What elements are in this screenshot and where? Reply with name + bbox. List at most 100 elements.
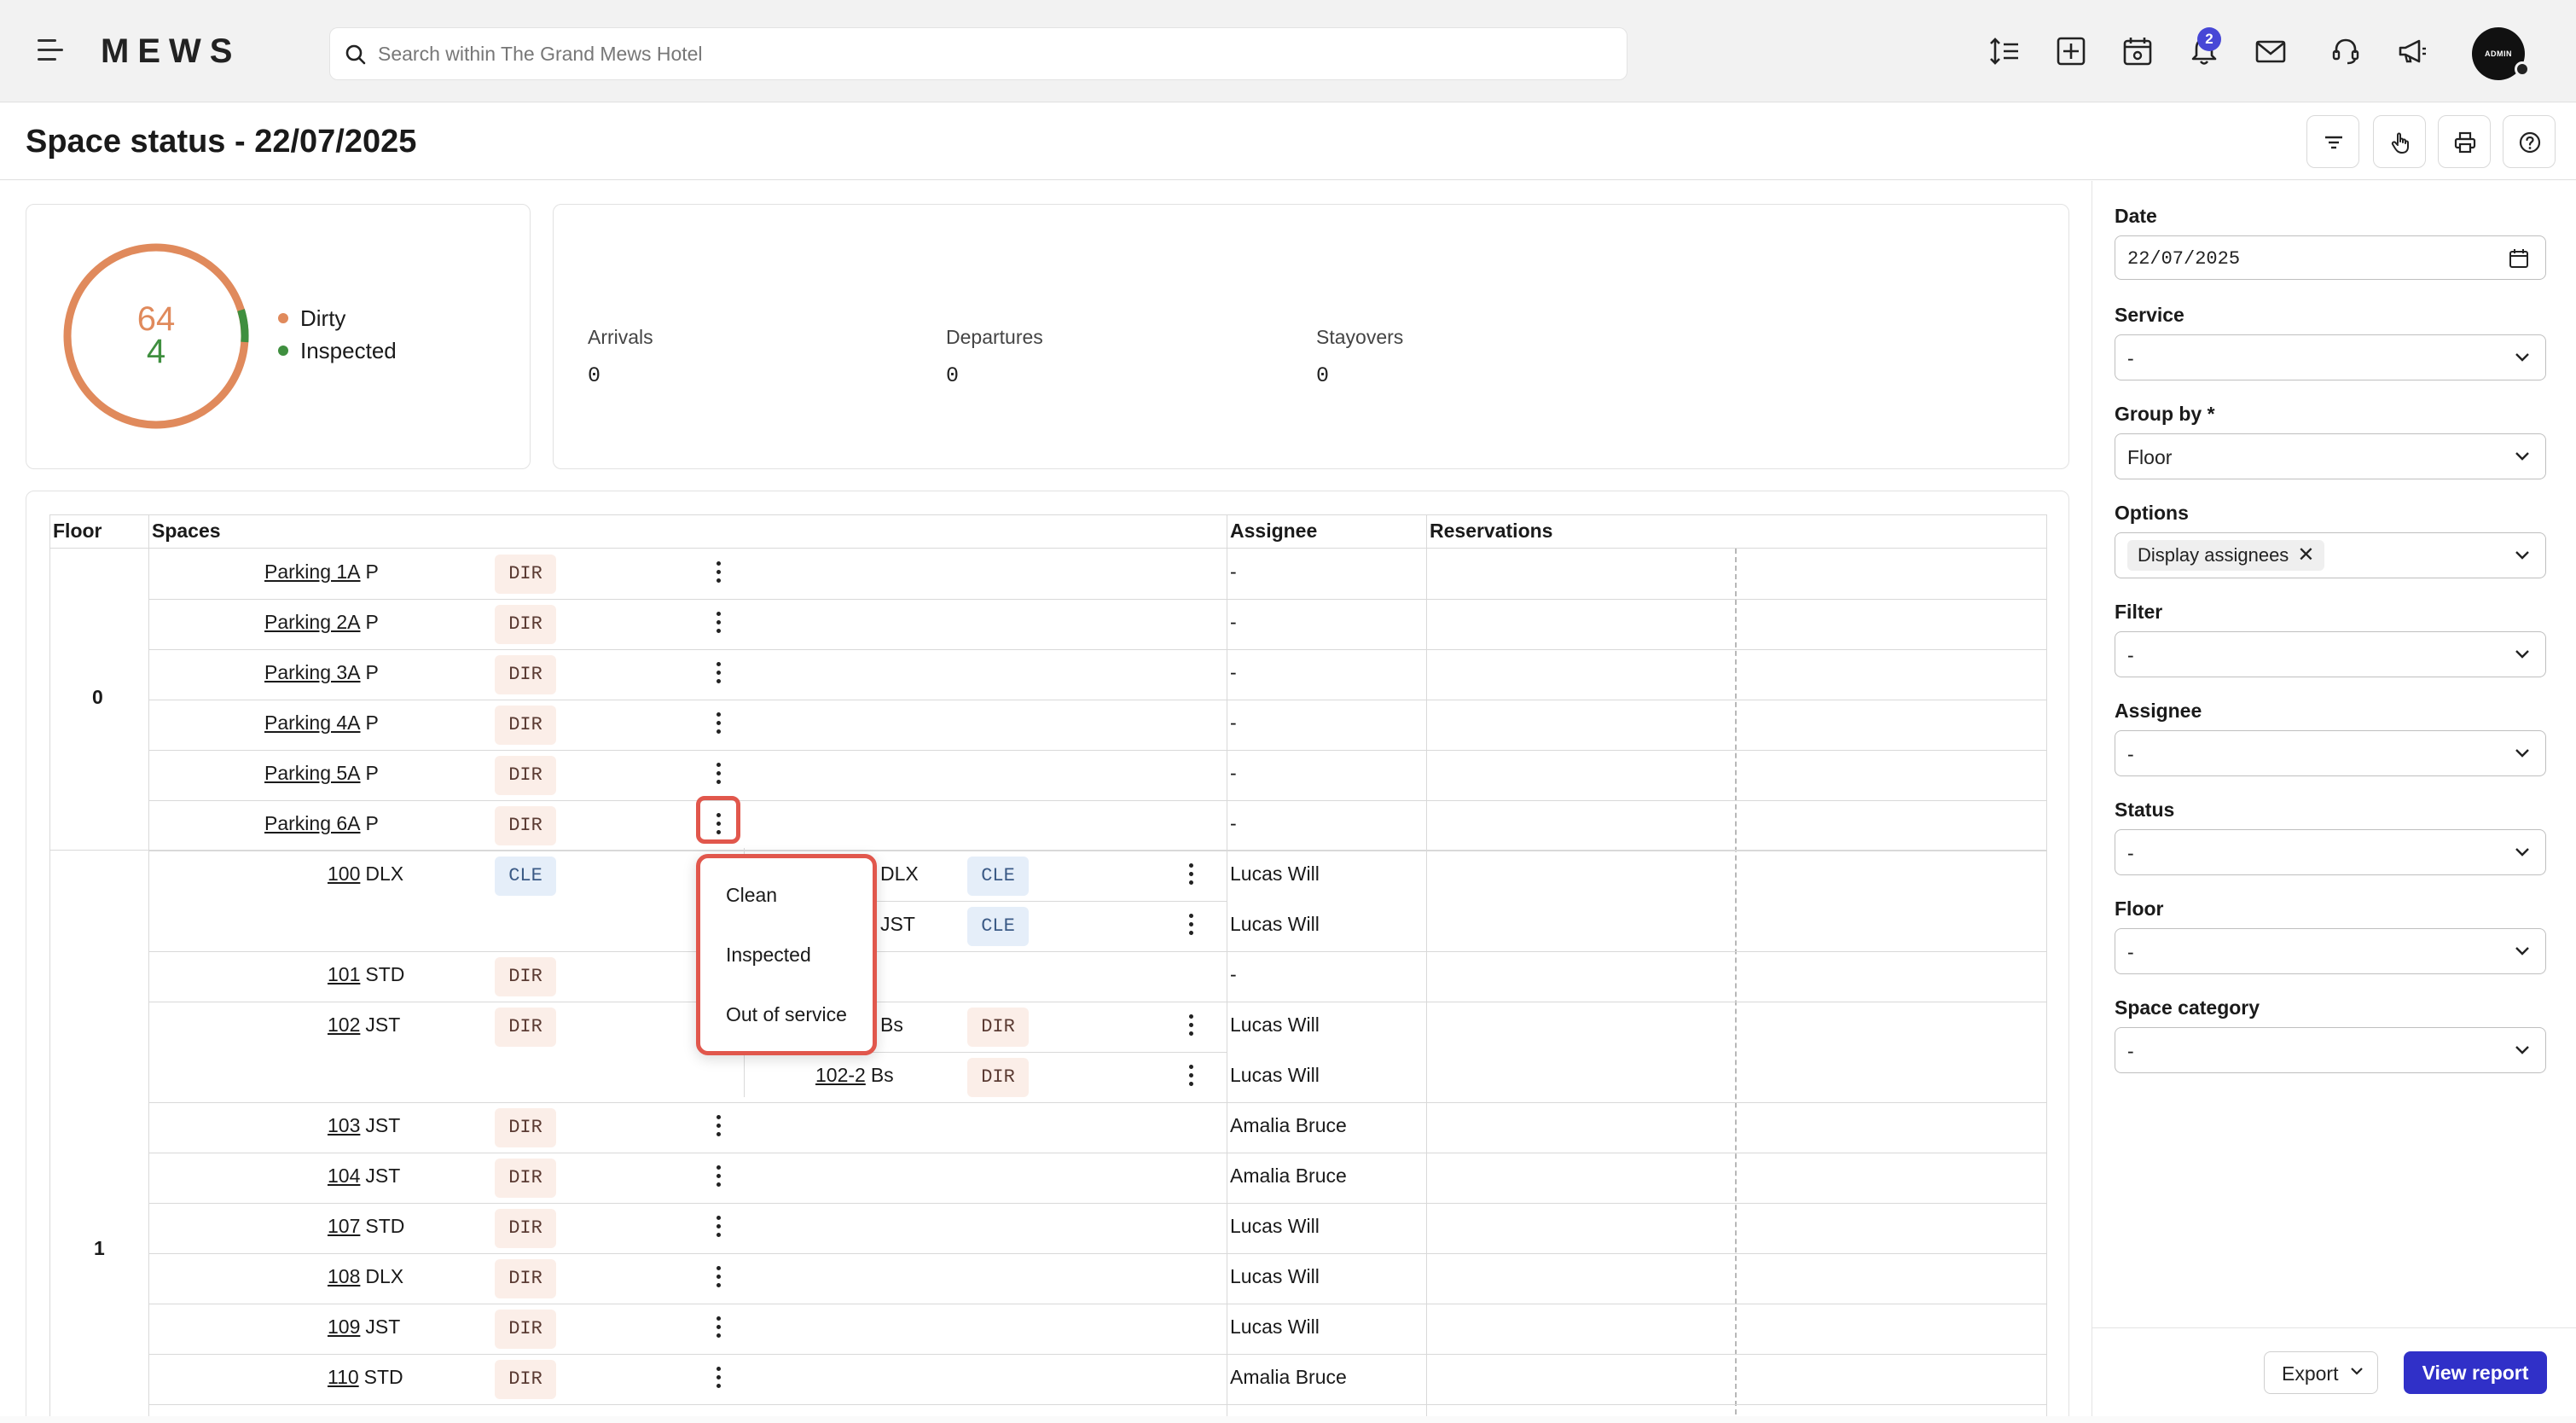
sub-space-name: 102-2 Bs (815, 1064, 894, 1087)
space-link[interactable]: 109 (328, 1316, 360, 1338)
space-category: JST (365, 1165, 401, 1187)
row-menu-icon[interactable] (710, 1315, 727, 1340)
sub-space-category: JST (880, 913, 915, 935)
row-menu-icon[interactable] (710, 610, 727, 636)
space-link[interactable]: Parking 6A (264, 812, 361, 834)
sub-status-chip: DIR (967, 1008, 1029, 1047)
space-link[interactable]: Parking 2A (264, 611, 361, 633)
row-menu-icon[interactable] (710, 1264, 727, 1290)
print-button[interactable] (2438, 115, 2491, 168)
space-category: P (365, 611, 379, 633)
options-select[interactable]: Display assignees ✕ (2115, 532, 2546, 578)
row-menu-icon[interactable] (710, 761, 727, 787)
space-name: 107 STD (328, 1215, 404, 1238)
menu-item-clean[interactable]: Clean (726, 884, 777, 907)
floor-select[interactable]: - (2115, 928, 2546, 974)
space-link[interactable]: 108 (328, 1265, 360, 1287)
status-select[interactable]: - (2115, 829, 2546, 875)
space-link[interactable]: 107 (328, 1215, 360, 1237)
search-input[interactable] (378, 37, 1572, 71)
assignee-cell: - (1230, 812, 1237, 834)
date-field[interactable]: 22/07/2025 (2115, 235, 2546, 280)
sort-lines-icon[interactable] (1987, 34, 2022, 68)
space-link[interactable]: Parking 5A (264, 762, 361, 784)
view-report-button[interactable]: View report (2404, 1351, 2547, 1394)
menu-item-out-of-service[interactable]: Out of service (726, 1003, 847, 1026)
touch-mode-button[interactable] (2373, 115, 2426, 168)
assignee-cell: Lucas Will (1230, 1215, 1320, 1237)
row-divider (148, 1102, 2047, 1103)
space-link[interactable]: Parking 3A (264, 661, 361, 683)
printer-icon (2454, 131, 2476, 154)
calendar-icon[interactable] (2508, 247, 2530, 270)
sub-space-name: JST (880, 913, 915, 936)
add-square-icon[interactable] (2054, 34, 2088, 68)
service-select[interactable]: - (2115, 334, 2546, 380)
space-link[interactable]: 100 (328, 863, 360, 885)
megaphone-icon[interactable] (2395, 34, 2429, 68)
mews-logo[interactable]: MEWS (101, 32, 241, 71)
space-link[interactable]: 104 (328, 1165, 360, 1187)
sub-row-menu-icon[interactable] (1182, 862, 1199, 887)
space-name: 109 JST (328, 1316, 400, 1339)
search-bar[interactable] (329, 27, 1627, 80)
space-category-select[interactable]: - (2115, 1027, 2546, 1073)
assignee-select[interactable]: - (2115, 730, 2546, 776)
space-link[interactable]: Parking 1A (264, 560, 361, 583)
floor-header: Floor (53, 520, 102, 542)
chevron-down-icon (2515, 749, 2529, 758)
space-name: Parking 2A P (264, 611, 379, 634)
sub-assignee-cell: Lucas Will (1230, 913, 1320, 935)
floor-filter-label: Floor (2115, 897, 2164, 920)
menu-icon[interactable] (38, 39, 63, 61)
space-category: DLX (365, 863, 404, 885)
help-button[interactable] (2503, 115, 2556, 168)
row-divider (148, 951, 2047, 952)
row-divider (148, 1404, 2047, 1405)
status-chip: DIR (495, 1159, 556, 1198)
remove-tag-icon[interactable]: ✕ (2297, 543, 2314, 566)
row-menu-icon[interactable] (710, 1113, 727, 1139)
export-button[interactable]: Export (2264, 1351, 2378, 1394)
headset-icon[interactable] (2329, 34, 2363, 68)
floor-0-label: 0 (92, 686, 103, 708)
stayovers-label: Stayovers (1316, 326, 1404, 348)
space-link[interactable]: Parking 4A (264, 712, 361, 734)
group-by-label: Group by * (2115, 403, 2215, 425)
row-menu-icon[interactable] (710, 1214, 727, 1240)
space-link[interactable]: 102 (328, 1014, 360, 1036)
space-category: JST (365, 1014, 401, 1036)
filter-button[interactable] (2306, 115, 2359, 168)
row-menu-icon[interactable] (710, 560, 727, 585)
space-link[interactable]: 103 (328, 1114, 360, 1136)
row-menu-icon[interactable] (710, 1164, 727, 1189)
space-category: P (365, 712, 379, 734)
search-icon (345, 44, 366, 65)
row-menu-icon[interactable] (710, 711, 727, 736)
group-by-select[interactable]: Floor (2115, 433, 2546, 479)
chevron-down-icon (2515, 848, 2529, 857)
inspected-count: 4 (146, 333, 166, 370)
space-category: DLX (365, 1265, 404, 1287)
space-category: P (365, 812, 379, 834)
calendar-view-icon[interactable] (2121, 34, 2155, 68)
space-link[interactable]: 110 (328, 1366, 359, 1388)
space-name: 110 STD (328, 1366, 403, 1389)
space-link[interactable]: 101 (328, 963, 360, 985)
mail-icon[interactable] (2254, 34, 2288, 68)
row-menu-icon[interactable] (710, 660, 727, 686)
chevron-down-icon (2515, 947, 2529, 955)
assignee-cell: - (1230, 762, 1237, 784)
assignee-cell: - (1230, 661, 1237, 683)
menu-item-inspected[interactable]: Inspected (726, 944, 811, 967)
legend-dirty: Dirty (278, 305, 345, 332)
row-divider (148, 1354, 2047, 1355)
sub-row-menu-icon[interactable] (1182, 912, 1199, 938)
filter-select[interactable]: - (2115, 631, 2546, 677)
sub-space-link[interactable]: 102-2 (815, 1064, 866, 1086)
sub-row-menu-icon[interactable] (1182, 1063, 1199, 1089)
row-menu-icon[interactable] (710, 1365, 727, 1391)
status-chip: DIR (495, 555, 556, 594)
sub-row-menu-icon[interactable] (1182, 1013, 1199, 1038)
space-category: STD (365, 963, 405, 985)
